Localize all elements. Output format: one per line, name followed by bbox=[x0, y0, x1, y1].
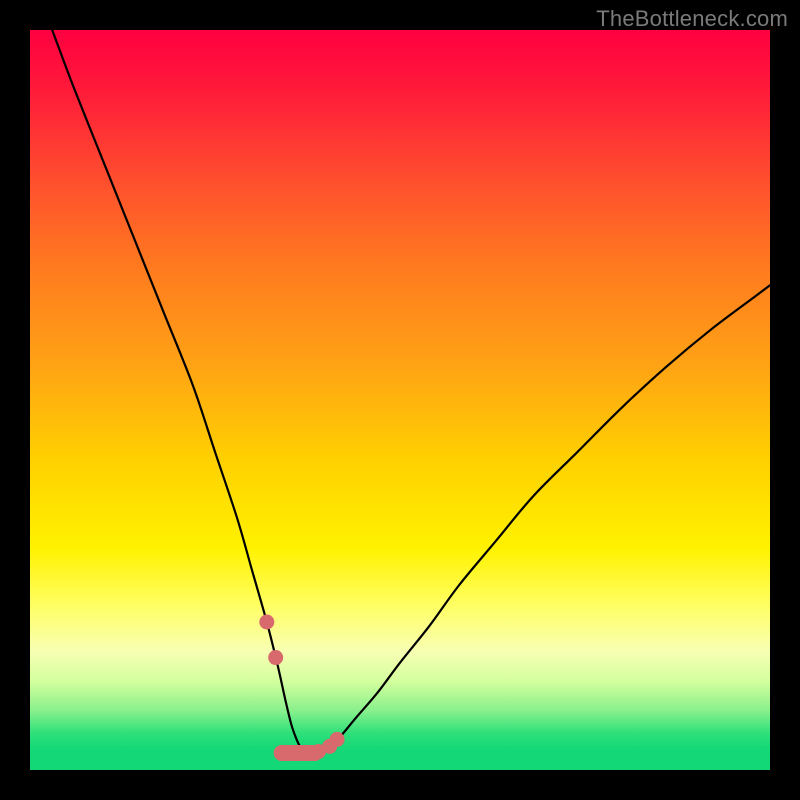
chart-container: TheBottleneck.com bbox=[0, 0, 800, 800]
bottleneck-curve bbox=[52, 30, 770, 753]
watermark-text: TheBottleneck.com bbox=[596, 6, 788, 32]
highlight-dot bbox=[268, 650, 283, 665]
curve-svg bbox=[30, 30, 770, 770]
highlight-dot bbox=[259, 615, 274, 630]
highlight-dots bbox=[259, 615, 344, 760]
highlight-dot bbox=[330, 732, 345, 747]
plot-area bbox=[30, 30, 770, 770]
